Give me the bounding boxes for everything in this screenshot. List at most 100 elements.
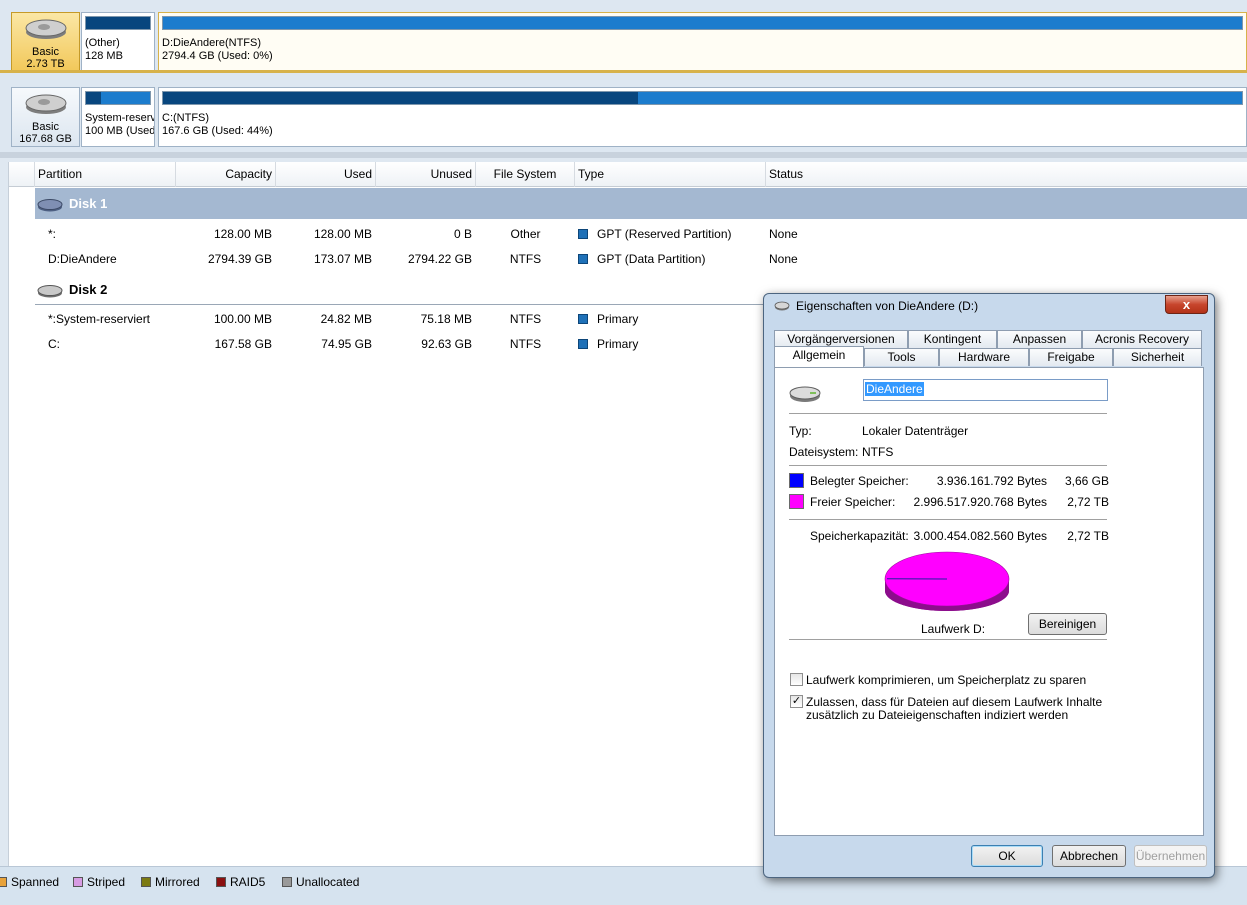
partition-size: 167.6 GB (Used: 44%) bbox=[162, 125, 273, 137]
divider bbox=[789, 519, 1107, 520]
cell-status: None bbox=[769, 227, 798, 241]
disk1-partition-d[interactable]: D:DieAndere(NTFS) 2794.4 GB (Used: 0%) bbox=[158, 12, 1247, 72]
type-label: Typ: bbox=[789, 424, 812, 438]
cell-partition: *: bbox=[48, 227, 57, 241]
used-space-label: Belegter Speicher: bbox=[810, 474, 909, 488]
column-header-type[interactable]: Type bbox=[575, 162, 766, 187]
used-space-short: 3,66 GB bbox=[1064, 474, 1109, 488]
tab-anpassen[interactable]: Anpassen bbox=[997, 330, 1082, 348]
partition-usage-fill bbox=[86, 92, 102, 104]
close-button[interactable]: x bbox=[1165, 295, 1208, 314]
dialog-title-bar[interactable]: Eigenschaften von DieAndere (D:) bbox=[774, 299, 978, 313]
tab-hardware[interactable]: Hardware bbox=[939, 348, 1029, 366]
column-header-unused[interactable]: Unused bbox=[376, 162, 476, 187]
disk2-card-type: Basic bbox=[32, 121, 59, 133]
free-space-label: Freier Speicher: bbox=[810, 495, 896, 509]
disk-icon bbox=[37, 198, 63, 212]
cell-unused: 92.63 GB bbox=[421, 337, 472, 351]
tab-kontingent[interactable]: Kontingent bbox=[908, 330, 997, 348]
apply-button[interactable]: Übernehmen bbox=[1134, 845, 1207, 867]
cell-capacity: 167.58 GB bbox=[214, 337, 272, 351]
table-row[interactable]: *: 128.00 MB 128.00 MB 0 B Other GPT (Re… bbox=[9, 222, 1247, 247]
tab-sicherheit[interactable]: Sicherheit bbox=[1113, 348, 1202, 366]
tab-acronis-recovery[interactable]: Acronis Recovery bbox=[1082, 330, 1202, 348]
table-row[interactable]: D:DieAndere 2794.39 GB 173.07 MB 2794.22… bbox=[9, 247, 1247, 272]
disk1-partition-other[interactable]: (Other) 128 MB bbox=[81, 12, 155, 72]
cell-partition: D:DieAndere bbox=[48, 252, 117, 266]
legend-item-unallocated: Unallocated bbox=[282, 875, 359, 889]
disk1-card[interactable]: Basic 2.73 TB bbox=[11, 12, 80, 72]
tab-panel-allgemein: DieAndere Typ: Lokaler Datenträger Datei… bbox=[774, 367, 1204, 836]
cell-filesystem: NTFS bbox=[509, 252, 542, 266]
disk2-partition-system[interactable]: System-reserv 100 MB (Used: bbox=[81, 87, 155, 147]
legend-label: Striped bbox=[87, 875, 126, 889]
partition-size: 100 MB (Used: bbox=[85, 125, 155, 137]
drive-large-icon bbox=[789, 386, 821, 402]
legend-label: Mirrored bbox=[155, 875, 200, 889]
cell-unused: 0 B bbox=[453, 227, 472, 241]
partition-usage-bar bbox=[85, 91, 151, 105]
cell-type-label: Primary bbox=[597, 337, 639, 351]
dialog-title: Eigenschaften von DieAndere (D:) bbox=[796, 299, 979, 313]
type-value: Lokaler Datenträger bbox=[862, 424, 969, 438]
legend-swatch bbox=[0, 877, 7, 887]
cell-capacity: 128.00 MB bbox=[213, 227, 272, 241]
cell-partition: *:System-reserviert bbox=[48, 312, 151, 326]
legend-label: Spanned bbox=[11, 875, 60, 889]
disk2-group-header[interactable]: Disk 2 bbox=[35, 274, 787, 305]
cleanup-button[interactable]: Bereinigen bbox=[1028, 613, 1107, 635]
disk1-card-size: 2.73 TB bbox=[26, 58, 65, 70]
tab-tools[interactable]: Tools bbox=[864, 348, 939, 366]
filesystem-value: NTFS bbox=[862, 445, 894, 459]
partition-type-swatch bbox=[578, 254, 588, 264]
legend-label: RAID5 bbox=[230, 875, 266, 889]
capacity-short: 2,72 TB bbox=[1067, 529, 1109, 543]
legend-swatch bbox=[73, 877, 83, 887]
cell-filesystem: NTFS bbox=[509, 337, 542, 351]
used-space-bytes: 3.936.161.792 Bytes bbox=[936, 474, 1047, 488]
column-header-status[interactable]: Status bbox=[766, 162, 1247, 187]
volume-name-input[interactable]: DieAndere bbox=[863, 379, 1108, 401]
disk2-card-size: 167.68 GB bbox=[19, 133, 72, 145]
divider bbox=[0, 70, 1247, 73]
properties-dialog: Eigenschaften von DieAndere (D:) x Vorgä… bbox=[763, 293, 1215, 878]
cell-used: 128.00 MB bbox=[313, 227, 372, 241]
cell-type-label: Primary bbox=[597, 312, 639, 326]
partition-type-swatch bbox=[578, 314, 588, 324]
disk2-partition-c[interactable]: C:(NTFS) 167.6 GB (Used: 44%) bbox=[158, 87, 1247, 147]
disk1-group-header[interactable]: Disk 1 bbox=[35, 188, 1247, 219]
column-header-capacity[interactable]: Capacity bbox=[176, 162, 276, 187]
legend-swatch bbox=[282, 877, 292, 887]
volume-name-value: DieAndere bbox=[865, 382, 924, 396]
legend-item-mirrored: Mirrored bbox=[141, 875, 200, 889]
disk-map-row-disk2: Basic 167.68 GB System-reserv 100 MB (Us… bbox=[8, 85, 1247, 147]
capacity-bytes: 3.000.454.082.560 Bytes bbox=[913, 529, 1047, 543]
tab-freigabe[interactable]: Freigabe bbox=[1029, 348, 1113, 366]
column-header-partition[interactable]: Partition bbox=[35, 162, 176, 187]
partition-usage-bar bbox=[162, 91, 1243, 105]
drive-label: Laufwerk D: bbox=[921, 622, 986, 636]
compress-checkbox[interactable] bbox=[790, 673, 803, 686]
cancel-button[interactable]: Abbrechen bbox=[1052, 845, 1126, 867]
tab-allgemein[interactable]: Allgemein bbox=[774, 346, 864, 367]
index-label-line1: Zulassen, dass für Dateien auf diesem La… bbox=[806, 695, 1103, 709]
index-checkbox[interactable]: ✓ bbox=[790, 695, 803, 708]
legend-swatch bbox=[216, 877, 226, 887]
disk-map: Basic 2.73 TB (Other) 128 MB D:DieAndere… bbox=[0, 0, 1247, 158]
free-space-swatch bbox=[789, 494, 804, 509]
cell-status: None bbox=[769, 252, 798, 266]
disk2-card[interactable]: Basic 167.68 GB bbox=[11, 87, 80, 147]
cell-used: 173.07 MB bbox=[313, 252, 372, 266]
legend-item-striped: Striped bbox=[73, 875, 125, 889]
drive-icon bbox=[774, 301, 790, 311]
legend-item-spanned: Spanned bbox=[0, 875, 59, 889]
column-header-filesystem[interactable]: File System bbox=[476, 162, 575, 187]
column-header-used[interactable]: Used bbox=[276, 162, 376, 187]
free-space-bytes: 2.996.517.920.768 Bytes bbox=[913, 495, 1047, 509]
partition-label: System-reserv bbox=[85, 112, 155, 124]
ok-button[interactable]: OK bbox=[971, 845, 1043, 867]
cell-partition: C: bbox=[48, 337, 60, 351]
partition-usage-fill bbox=[163, 92, 638, 104]
partition-label: C:(NTFS) bbox=[162, 112, 210, 124]
cell-type: GPT (Reserved Partition) bbox=[578, 222, 732, 247]
